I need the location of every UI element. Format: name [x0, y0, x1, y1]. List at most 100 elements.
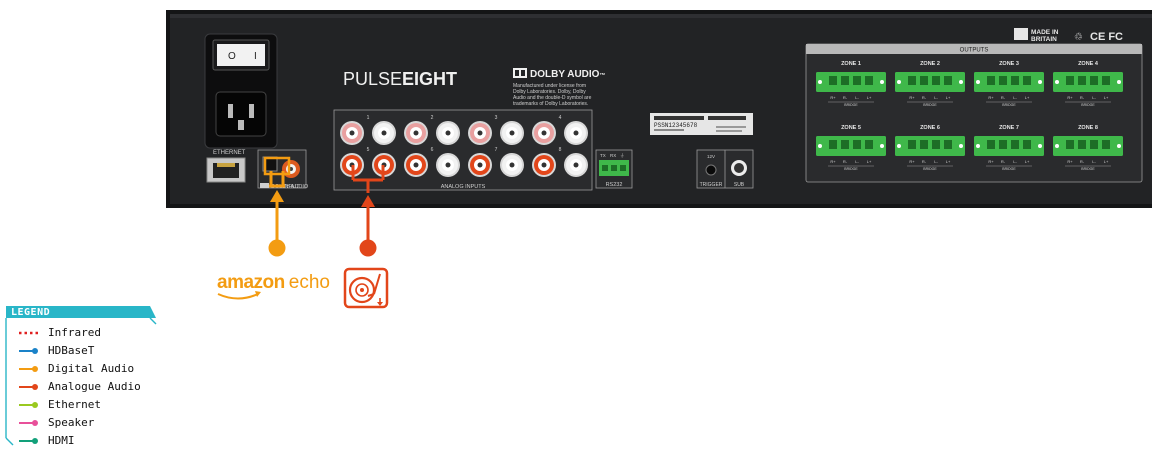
ethernet-port: ETHERNET — [206, 150, 246, 183]
zone-pin-label: R+ — [988, 95, 994, 100]
amazon-echo-logo: amazon echo — [217, 272, 330, 302]
zone-pin-label: R- — [1080, 95, 1085, 100]
channel-number: 8 — [559, 147, 562, 153]
zone-label: ZONE 1 — [841, 61, 861, 67]
legend-swatch-digital-audio — [19, 366, 38, 372]
legend-label: Speaker — [48, 416, 95, 429]
legend-item-hdbaset: HDBaseT — [18, 344, 158, 358]
zone-pin-label: L+ — [946, 159, 951, 164]
bridge-label: BRIDGE — [923, 103, 937, 107]
echo-wordmark: echo — [288, 272, 330, 293]
legend-item-analogue-audio: Analogue Audio — [18, 380, 158, 394]
zone-pin-label: L+ — [1104, 95, 1109, 100]
zone-pin-label: R+ — [830, 95, 836, 100]
rca-jack — [500, 153, 524, 177]
brand-bold: EIGHT — [402, 69, 457, 89]
zone-pin-label: R+ — [830, 159, 836, 164]
svg-text:I: I — [254, 51, 257, 62]
zone-pin-label: L+ — [867, 159, 872, 164]
zone-pin-label: L+ — [1025, 159, 1030, 164]
legend-item-digital-audio: Digital Audio — [18, 362, 158, 376]
svg-text:O: O — [228, 51, 236, 62]
rca-jack — [532, 153, 556, 177]
bridge-label: BRIDGE — [1081, 167, 1095, 171]
legend-label: Digital Audio — [48, 362, 135, 375]
dolby-title: DOLBY AUDIO — [530, 69, 600, 80]
bridge-label: BRIDGE — [923, 167, 937, 171]
zone-label: ZONE 4 — [1078, 61, 1099, 67]
zone-label: ZONE 2 — [920, 61, 940, 67]
zone-pin-label: L+ — [1025, 95, 1030, 100]
trigger-label: TRIGGER — [700, 182, 723, 188]
zone-pin-label: R- — [922, 159, 927, 164]
power-inlet: O I — [204, 33, 278, 149]
legend-swatch-speaker — [19, 420, 38, 426]
legend-swatch-hdmi — [19, 438, 38, 444]
outputs-panel: OUTPUTS ZONE 1R+ R- L- L+BRIDGEZONE 2R+ R- L-… — [805, 43, 1143, 183]
rca-jack — [564, 121, 588, 145]
legend-item-infrared: Infrared — [18, 326, 158, 340]
legend-item-hdmi: HDMI — [18, 434, 158, 448]
legend-title: LEGEND — [11, 307, 51, 318]
svg-text:PULSEEIGHT: PULSEEIGHT — [343, 69, 457, 89]
dolby-notice-line-4: trademarks of Dolby Laboratories. — [513, 101, 588, 107]
bridge-label: BRIDGE — [1081, 103, 1095, 107]
dolby-tm: ™ — [599, 72, 605, 79]
rs232-label: RS232 — [606, 182, 623, 188]
analog-inputs-label: ANALOG INPUTS — [441, 184, 486, 190]
legend-label: HDBaseT — [48, 344, 95, 357]
zone-label: ZONE 3 — [999, 61, 1019, 67]
channel-number: 4 — [559, 115, 562, 121]
channel-number: 1 — [367, 115, 370, 121]
rca-jack — [404, 121, 428, 145]
rca-jack — [564, 153, 588, 177]
legend-item-speaker: Speaker — [18, 416, 158, 430]
channel-number: 5 — [367, 147, 370, 153]
zone-label: ZONE 7 — [999, 125, 1019, 131]
legend-label: Infrared — [48, 326, 101, 339]
legend-swatch-analogue-audio — [19, 384, 38, 390]
serial-number: PSSN12345678 — [654, 122, 698, 129]
made-in: MADE IN — [1031, 29, 1059, 36]
zone-pin-label: R- — [843, 159, 848, 164]
zone-pin-label: R- — [1001, 95, 1006, 100]
rca-jack — [436, 153, 460, 177]
bridge-label: BRIDGE — [1002, 167, 1016, 171]
legend-swatch-ethernet — [19, 402, 38, 408]
zone-pin-label: R- — [1001, 159, 1006, 164]
rca-jack — [468, 153, 492, 177]
zone-pin-label: L+ — [946, 95, 951, 100]
amazon-wordmark: amazon — [217, 272, 285, 293]
zone-label: ZONE 6 — [920, 125, 940, 131]
outputs-label: OUTPUTS — [960, 48, 989, 54]
trigger-voltage: 12V — [707, 154, 715, 159]
legend-label: HDMI — [48, 434, 75, 447]
trigger-sub-panel: 12V TRIGGER SUB — [696, 149, 754, 189]
legend: LEGEND Infrared HDBaseT Digital Audio An… — [6, 306, 156, 450]
zone-pin-label: L+ — [1104, 159, 1109, 164]
zone-pin-label: R+ — [909, 159, 915, 164]
channel-number: 3 — [495, 115, 498, 121]
zone-pin-label: R- — [1080, 159, 1085, 164]
zone-pin-label: R- — [843, 95, 848, 100]
analogue-audio-connection — [351, 165, 385, 257]
brand-light: PULSE — [343, 69, 402, 89]
rca-jack — [436, 121, 460, 145]
zone-pin-label: R- — [922, 95, 927, 100]
svg-text:DOLBY AUDIO™: DOLBY AUDIO™ — [530, 69, 605, 80]
legend-item-ethernet: Ethernet — [18, 398, 158, 412]
ethernet-label: ETHERNET — [213, 150, 246, 156]
zone-label: ZONE 8 — [1078, 125, 1098, 131]
sub-label: SUB — [734, 182, 745, 188]
zone-pin-label: R+ — [988, 159, 994, 164]
legend-swatch-hdbaset — [19, 348, 38, 354]
legend-title-bar: LEGEND — [6, 306, 156, 319]
britain: BRITAIN — [1031, 36, 1057, 43]
bridge-label: BRIDGE — [1002, 103, 1016, 107]
analog-inputs-panel: 1 5 2 6 3 7 4 8 ANALOG INPUTS — [333, 109, 593, 191]
legend-swatch-infrared — [19, 331, 38, 335]
channel-number: 7 — [495, 147, 498, 153]
bridge-label: BRIDGE — [844, 167, 858, 171]
zone-label: ZONE 5 — [841, 125, 861, 131]
rs232-pin-tx: TX — [600, 153, 606, 158]
